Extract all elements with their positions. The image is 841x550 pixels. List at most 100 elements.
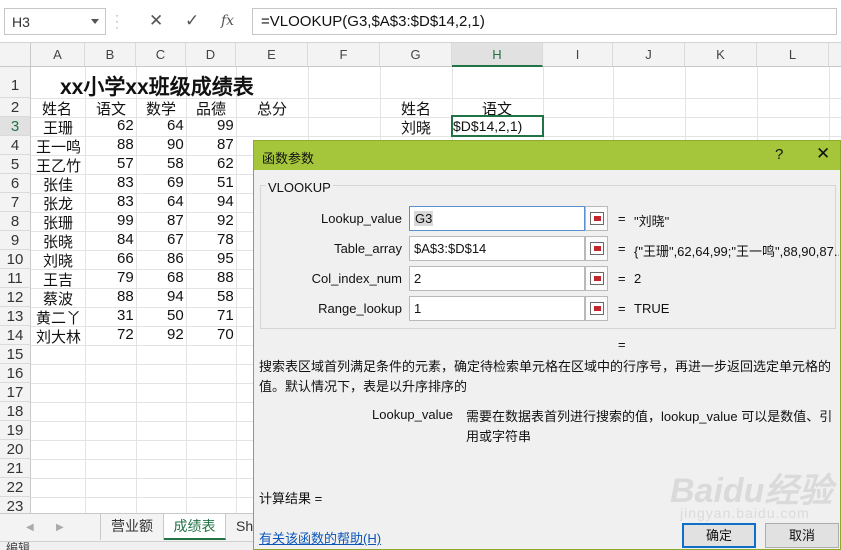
score-math[interactable]: 87	[167, 212, 184, 229]
next-sheet-icon[interactable]: ▶	[56, 522, 64, 533]
student-name[interactable]: 张佳	[43, 174, 73, 195]
header-chinese[interactable]: 语文	[96, 98, 126, 119]
score-math[interactable]: 86	[167, 250, 184, 267]
row-header-3[interactable]: 3	[0, 117, 31, 136]
enter-formula-icon[interactable]: ✓	[185, 11, 199, 31]
help-icon[interactable]: ?	[775, 146, 783, 163]
tab-revenue[interactable]: 营业额	[100, 514, 164, 540]
score-math[interactable]: 69	[167, 174, 184, 191]
score-chinese[interactable]: 88	[117, 288, 134, 305]
chevron-down-icon[interactable]	[91, 19, 99, 24]
collapse-dialog-button[interactable]	[585, 236, 608, 261]
column-header-f[interactable]: F	[308, 43, 380, 67]
range-lookup-input[interactable]: 1	[409, 296, 585, 321]
student-name[interactable]: 王一鸣	[36, 136, 81, 157]
score-math[interactable]: 50	[167, 307, 184, 324]
score-chinese[interactable]: 88	[117, 136, 134, 153]
score-chinese[interactable]: 31	[117, 307, 134, 324]
row-header-10[interactable]: 10	[0, 250, 31, 269]
score-chinese[interactable]: 83	[117, 193, 134, 210]
row-header-22[interactable]: 22	[0, 478, 31, 497]
column-header-a[interactable]: A	[31, 43, 85, 67]
score-chinese[interactable]: 72	[117, 326, 134, 343]
student-name[interactable]: 蔡波	[43, 288, 73, 309]
column-header-b[interactable]: B	[85, 43, 136, 67]
drag-handle-icon[interactable]: · · ·	[115, 9, 121, 33]
student-name[interactable]: 张珊	[43, 212, 73, 233]
column-header-j[interactable]: J	[613, 43, 685, 67]
score-math[interactable]: 94	[167, 288, 184, 305]
lookup-header-name[interactable]: 姓名	[401, 98, 431, 119]
score-moral[interactable]: 70	[217, 326, 234, 343]
student-name[interactable]: 黄二丫	[36, 307, 81, 328]
score-moral[interactable]: 87	[217, 136, 234, 153]
row-header-9[interactable]: 9	[0, 231, 31, 250]
row-header-17[interactable]: 17	[0, 383, 31, 402]
column-header-d[interactable]: D	[186, 43, 236, 67]
student-name[interactable]: 王吉	[43, 269, 73, 290]
row-header-1[interactable]: 1	[0, 67, 31, 98]
row-header-6[interactable]: 6	[0, 174, 31, 193]
collapse-dialog-button[interactable]	[585, 206, 608, 231]
score-moral[interactable]: 95	[217, 250, 234, 267]
student-name[interactable]: 刘大林	[36, 326, 81, 347]
header-name[interactable]: 姓名	[42, 98, 72, 119]
score-math[interactable]: 64	[167, 117, 184, 134]
row-header-4[interactable]: 4	[0, 136, 31, 155]
score-moral[interactable]: 94	[217, 193, 234, 210]
collapse-dialog-button[interactable]	[585, 266, 608, 291]
row-header-14[interactable]: 14	[0, 326, 31, 345]
active-cell-h3[interactable]: $D$14,2,1)	[451, 115, 544, 137]
student-name[interactable]: 王珊	[43, 117, 73, 138]
column-header-i[interactable]: I	[543, 43, 613, 67]
column-header-e[interactable]: E	[236, 43, 308, 67]
score-math[interactable]: 92	[167, 326, 184, 343]
score-moral[interactable]: 62	[217, 155, 234, 172]
sheet-title[interactable]: xx小学xx班级成绩表	[60, 71, 254, 101]
score-chinese[interactable]: 66	[117, 250, 134, 267]
row-header-7[interactable]: 7	[0, 193, 31, 212]
row-header-18[interactable]: 18	[0, 402, 31, 421]
score-moral[interactable]: 51	[217, 174, 234, 191]
score-math[interactable]: 90	[167, 136, 184, 153]
column-header-h[interactable]: H	[452, 43, 543, 67]
row-header-16[interactable]: 16	[0, 364, 31, 383]
score-math[interactable]: 64	[167, 193, 184, 210]
header-moral[interactable]: 品德	[196, 98, 226, 119]
formula-input[interactable]: =VLOOKUP(G3,$A$3:$D$14,2,1)	[252, 8, 837, 35]
score-chinese[interactable]: 84	[117, 231, 134, 248]
prev-sheet-icon[interactable]: ◀	[26, 522, 34, 533]
score-moral[interactable]: 71	[217, 307, 234, 324]
collapse-dialog-button[interactable]	[585, 296, 608, 321]
header-math[interactable]: 数学	[146, 98, 176, 119]
insert-function-icon[interactable]: fx	[221, 13, 234, 29]
name-box[interactable]: H3	[4, 8, 106, 35]
column-header-k[interactable]: K	[685, 43, 757, 67]
row-header-2[interactable]: 2	[0, 98, 31, 117]
tab-grades[interactable]: 成绩表	[164, 514, 226, 540]
dialog-title-bar[interactable]: 函数参数 ? ✕	[254, 141, 840, 170]
score-chinese[interactable]: 62	[117, 117, 134, 134]
score-math[interactable]: 58	[167, 155, 184, 172]
row-header-8[interactable]: 8	[0, 212, 31, 231]
row-header-19[interactable]: 19	[0, 421, 31, 440]
header-total[interactable]: 总分	[257, 98, 287, 119]
student-name[interactable]: 张晓	[43, 231, 73, 252]
score-moral[interactable]: 58	[217, 288, 234, 305]
score-math[interactable]: 68	[167, 269, 184, 286]
score-moral[interactable]: 78	[217, 231, 234, 248]
score-chinese[interactable]: 79	[117, 269, 134, 286]
close-icon[interactable]: ✕	[816, 144, 830, 164]
row-header-23[interactable]: 23	[0, 497, 31, 513]
lookup-value-input[interactable]: G3	[409, 206, 585, 231]
row-header-13[interactable]: 13	[0, 307, 31, 326]
cancel-formula-icon[interactable]: ✕	[149, 11, 163, 31]
col-index-num-input[interactable]: 2	[409, 266, 585, 291]
row-header-12[interactable]: 12	[0, 288, 31, 307]
table-array-input[interactable]: $A$3:$D$14	[409, 236, 585, 261]
student-name[interactable]: 张龙	[43, 193, 73, 214]
column-header-c[interactable]: C	[136, 43, 186, 67]
score-moral[interactable]: 92	[217, 212, 234, 229]
score-moral[interactable]: 99	[217, 117, 234, 134]
row-header-21[interactable]: 21	[0, 459, 31, 478]
